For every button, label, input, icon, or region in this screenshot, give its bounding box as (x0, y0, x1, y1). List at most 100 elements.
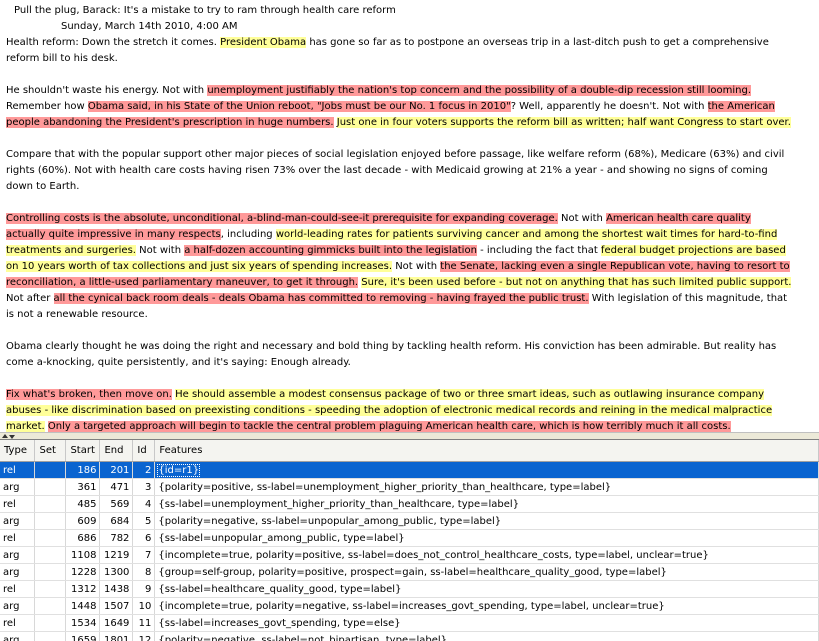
table-row[interactable]: arg 1448 1507 10 {incomplete=true, polarity=… (0, 597, 819, 615)
cell-features[interactable]: {group=self-group, polarity=positive, pr… (154, 563, 819, 581)
cell-type[interactable]: arg (0, 512, 36, 530)
cell-start[interactable]: 1312 (65, 580, 101, 598)
cell-features[interactable]: {id=r1} (154, 461, 819, 479)
column-header-set[interactable]: Set (34, 440, 67, 462)
cell-features[interactable]: {ss-label=healthcare_quality_good, type=… (154, 580, 819, 598)
cell-id[interactable]: 6 (132, 529, 156, 547)
cell-features[interactable]: {incomplete=true, polarity=negative, ss-… (154, 597, 819, 615)
cell-start[interactable]: 609 (65, 512, 101, 530)
table-row[interactable]: arg 609 684 5 {polarity=negative, ss-label=u… (0, 512, 819, 530)
features-value: {polarity=negative, ss-label=not_biparti… (158, 634, 448, 641)
cell-features[interactable]: {incomplete=true, polarity=positive, ss-… (154, 546, 819, 564)
annotation-table-panel[interactable]: Type Set Start End Id Features rel 186 201… (0, 440, 819, 641)
document-text[interactable]: Pull the plug, Barack: It's a mistake to… (0, 0, 805, 432)
cell-end[interactable]: 471 (99, 478, 134, 496)
table-row[interactable]: arg 1108 1219 7 {incomplete=true, polarity=p… (0, 546, 819, 564)
table-row[interactable]: arg 1228 1300 8 {group=self-group, polarity=… (0, 563, 819, 581)
cell-start[interactable]: 1228 (65, 563, 101, 581)
pane-splitter[interactable] (0, 432, 819, 440)
cell-set[interactable] (34, 563, 67, 581)
cell-id[interactable]: 3 (132, 478, 156, 496)
cell-type[interactable]: arg (0, 631, 36, 641)
cell-start[interactable]: 1108 (65, 546, 101, 564)
cell-id[interactable]: 11 (132, 614, 156, 632)
text-segment: - including the fact that (476, 245, 601, 256)
cell-end[interactable]: 782 (99, 529, 134, 547)
text-segment: Not with (392, 261, 441, 272)
features-value: {polarity=positive, ss-label=unemploymen… (158, 481, 612, 493)
annotation-highlight-rel: Only a targeted approach will begin to t… (47, 421, 731, 432)
cell-end[interactable]: 569 (99, 495, 134, 513)
cell-type[interactable]: arg (0, 478, 36, 496)
cell-end[interactable]: 1649 (99, 614, 134, 632)
cell-end[interactable]: 1507 (99, 597, 134, 615)
column-header-features[interactable]: Features (154, 440, 819, 462)
cell-id[interactable]: 7 (132, 546, 156, 564)
cell-features[interactable]: {polarity=positive, ss-label=unemploymen… (154, 478, 819, 496)
cell-features[interactable]: {ss-label=unpopular_among_public, type=l… (154, 529, 819, 547)
features-value: {ss-label=increases_govt_spending, type=… (158, 617, 401, 629)
cell-start[interactable]: 686 (65, 529, 101, 547)
table-row[interactable]: arg 1659 1801 12 {polarity=negative, ss-labe… (0, 631, 819, 641)
cell-type[interactable]: arg (0, 546, 36, 564)
cell-id[interactable]: 10 (132, 597, 156, 615)
cell-id[interactable]: 5 (132, 512, 156, 530)
cell-end[interactable]: 684 (99, 512, 134, 530)
table-row[interactable]: arg 361 471 3 {polarity=positive, ss-label=u… (0, 478, 819, 496)
cell-set[interactable] (34, 512, 67, 530)
cell-set[interactable] (34, 546, 67, 564)
cell-end[interactable]: 201 (99, 461, 134, 479)
collapse-down-icon[interactable] (9, 435, 15, 439)
cell-set[interactable] (34, 529, 67, 547)
table-row[interactable]: rel 1312 1438 9 {ss-label=healthcare_quality… (0, 580, 819, 598)
cell-type[interactable]: arg (0, 597, 36, 615)
cell-set[interactable] (34, 461, 67, 479)
cell-features[interactable]: {ss-label=unemployment_higher_priority_t… (154, 495, 819, 513)
cell-type[interactable]: rel (0, 529, 36, 547)
cell-type[interactable]: rel (0, 614, 36, 632)
column-header-end[interactable]: End (99, 440, 134, 462)
collapse-up-icon[interactable] (2, 434, 8, 438)
cell-end[interactable]: 1801 (99, 631, 134, 641)
features-value: {incomplete=true, polarity=negative, ss-… (158, 600, 665, 612)
cell-start[interactable]: 1659 (65, 631, 101, 641)
cell-set[interactable] (34, 597, 67, 615)
cell-set[interactable] (34, 495, 67, 513)
cell-features[interactable]: {polarity=negative, ss-label=unpopular_a… (154, 512, 819, 530)
column-header-start[interactable]: Start (65, 440, 101, 462)
cell-end[interactable]: 1438 (99, 580, 134, 598)
annotation-highlight-rel: Fix what's broken, then move on. (6, 389, 172, 400)
text-segment: , including (220, 229, 276, 240)
document-text-panel[interactable]: Pull the plug, Barack: It's a mistake to… (0, 0, 819, 432)
cell-id[interactable]: 4 (132, 495, 156, 513)
cell-id[interactable]: 8 (132, 563, 156, 581)
annotation-highlight-rel: Controlling costs is the absolute, uncon… (6, 213, 558, 224)
cell-start[interactable]: 1534 (65, 614, 101, 632)
cell-set[interactable] (34, 580, 67, 598)
cell-set[interactable] (34, 614, 67, 632)
cell-start[interactable]: 485 (65, 495, 101, 513)
cell-type[interactable]: rel (0, 461, 36, 479)
cell-start[interactable]: 186 (65, 461, 101, 479)
cell-set[interactable] (34, 631, 67, 641)
cell-start[interactable]: 361 (65, 478, 101, 496)
cell-features[interactable]: {ss-label=increases_govt_spending, type=… (154, 614, 819, 632)
cell-start[interactable]: 1448 (65, 597, 101, 615)
cell-id[interactable]: 2 (132, 461, 156, 479)
column-header-type[interactable]: Type (0, 440, 36, 462)
cell-end[interactable]: 1300 (99, 563, 134, 581)
table-row[interactable]: rel 186 201 2 {id=r1} (0, 461, 819, 479)
cell-id[interactable]: 9 (132, 580, 156, 598)
cell-features[interactable]: {polarity=negative, ss-label=not_biparti… (154, 631, 819, 641)
cell-type[interactable]: arg (0, 563, 36, 581)
cell-end[interactable]: 1219 (99, 546, 134, 564)
column-header-id[interactable]: Id (132, 440, 156, 462)
cell-id[interactable]: 12 (132, 631, 156, 641)
cell-set[interactable] (34, 478, 67, 496)
table-row[interactable]: rel 485 569 4 {ss-label=unemployment_higher_… (0, 495, 819, 513)
table-row[interactable]: rel 686 782 6 {ss-label=unpopular_among_publ… (0, 529, 819, 547)
cell-type[interactable]: rel (0, 495, 36, 513)
table-row[interactable]: rel 1534 1649 11 {ss-label=increases_govt_sp… (0, 614, 819, 632)
cell-type[interactable]: rel (0, 580, 36, 598)
table-header-row: Type Set Start End Id Features (0, 440, 819, 462)
